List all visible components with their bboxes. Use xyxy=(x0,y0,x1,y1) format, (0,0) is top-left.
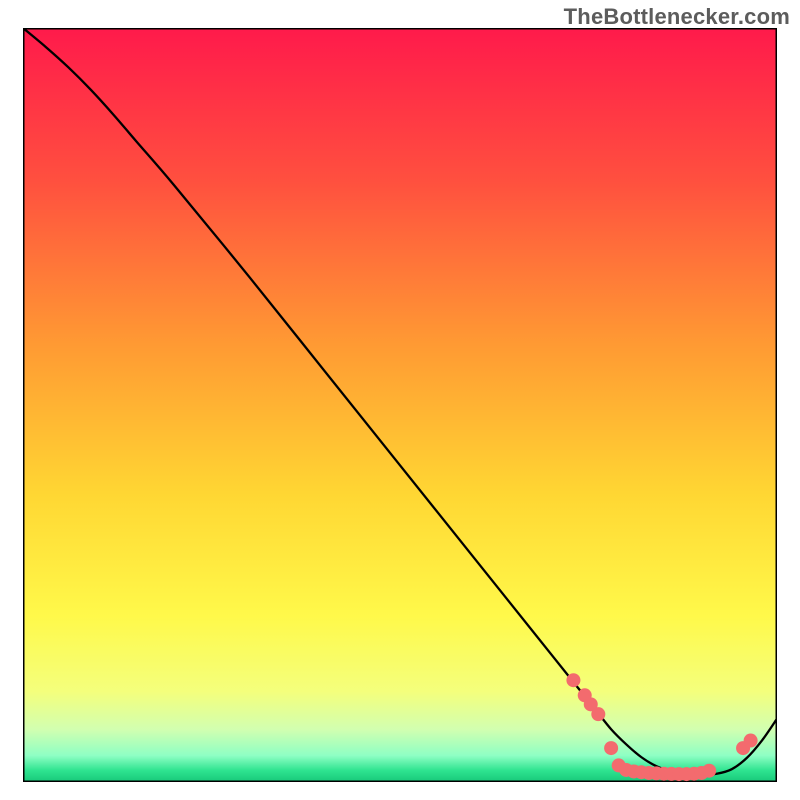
data-marker xyxy=(744,734,758,748)
data-marker xyxy=(604,741,618,755)
chart-stage: TheBottlenecker.com xyxy=(0,0,800,800)
data-marker xyxy=(566,673,580,687)
data-marker xyxy=(702,764,716,778)
data-marker xyxy=(591,707,605,721)
chart-svg xyxy=(23,28,777,782)
plot-area xyxy=(23,28,777,782)
watermark-text: TheBottlenecker.com xyxy=(564,4,790,30)
